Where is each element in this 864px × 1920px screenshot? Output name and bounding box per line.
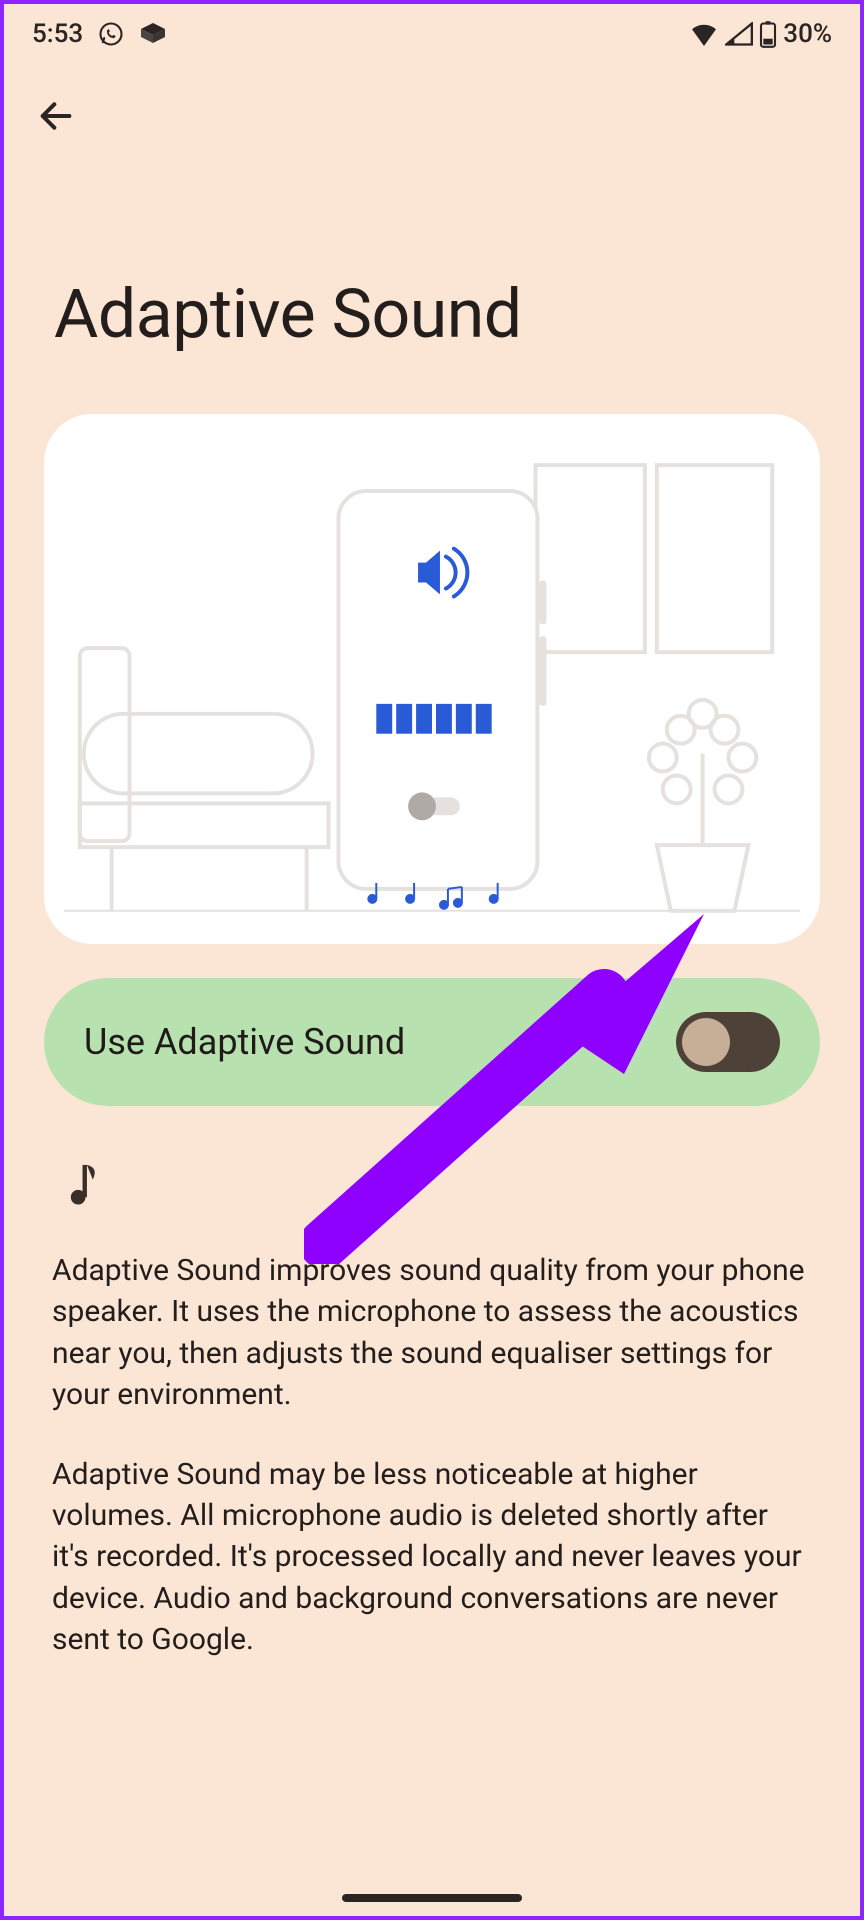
cellular-signal-icon <box>725 22 753 46</box>
status-bar-left: 5:53 <box>32 19 167 49</box>
adaptive-sound-illustration <box>44 414 820 944</box>
clock: 5:53 <box>32 19 83 49</box>
description-section: Adaptive Sound improves sound quality fr… <box>4 1106 860 1661</box>
illustration-svg <box>44 414 820 944</box>
whatsapp-icon <box>97 20 125 48</box>
gesture-nav-bar[interactable] <box>342 1894 522 1902</box>
toggle-label: Use Adaptive Sound <box>84 1021 405 1063</box>
adaptive-sound-toggle-row[interactable]: Use Adaptive Sound <box>44 978 820 1106</box>
arrow-back-icon <box>36 96 76 136</box>
battery-percent: 30% <box>783 19 832 49</box>
wifi-icon <box>689 22 719 46</box>
back-button[interactable] <box>28 88 84 144</box>
battery-icon <box>759 20 777 48</box>
package-icon <box>139 23 167 45</box>
switch-knob <box>682 1018 730 1066</box>
status-bar-right: 30% <box>689 19 832 49</box>
music-note-icon <box>68 1162 812 1210</box>
adaptive-sound-switch[interactable] <box>676 1012 780 1072</box>
description-paragraph-2: Adaptive Sound may be less noticeable at… <box>52 1454 812 1661</box>
description-paragraph-1: Adaptive Sound improves sound quality fr… <box>52 1250 812 1416</box>
page-title: Adaptive Sound <box>4 144 860 414</box>
status-bar: 5:53 <box>4 4 860 64</box>
